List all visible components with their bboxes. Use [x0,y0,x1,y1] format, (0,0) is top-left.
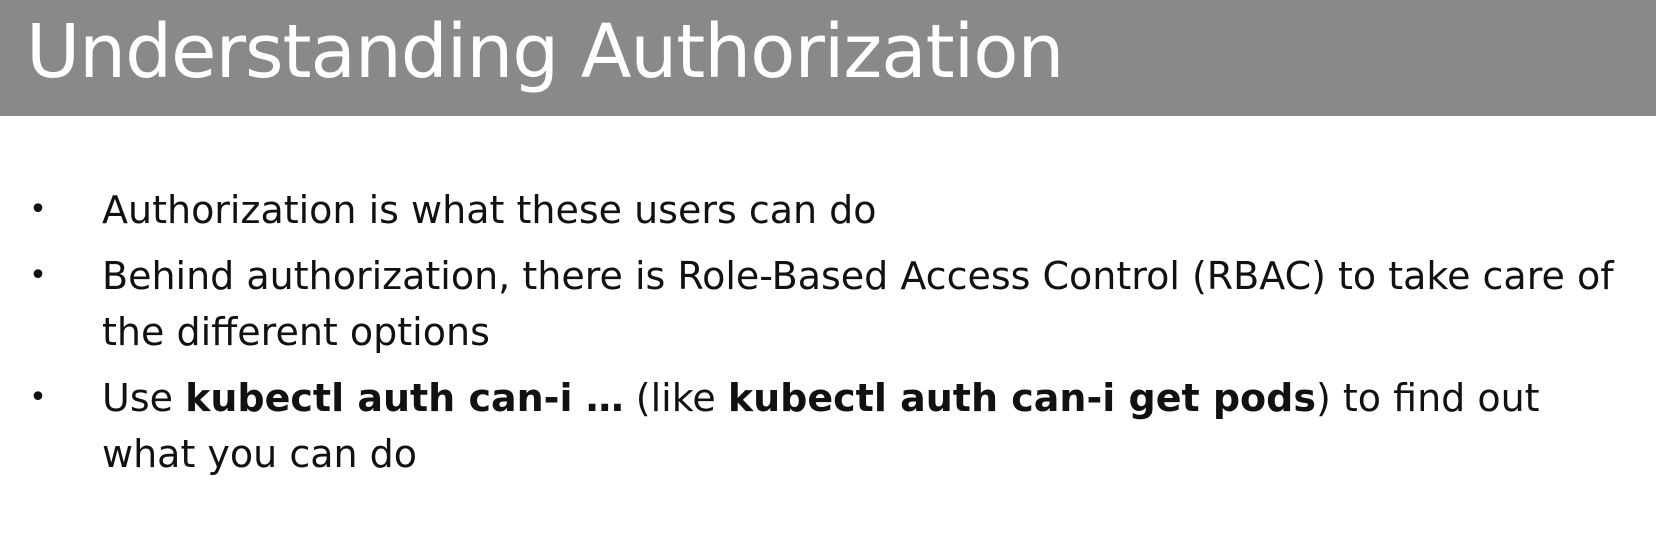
slide-title: Understanding Authorization [26,9,1064,95]
bullet-text-segment: (like [623,376,728,420]
bullet-marker: • [29,380,47,415]
title-bar: Understanding Authorization [0,0,1656,116]
bullet-text-segment: Behind authorization, there is Role-Base… [102,254,1614,354]
bullet-text-segment: Authorization is what these users can do [102,188,877,232]
bullet-text: Behind authorization, there is Role-Base… [102,254,1614,354]
command-text: kubectl auth can-i … [185,376,624,420]
bullet-item: • Use kubectl auth can-i … (like kubectl… [0,370,1656,482]
command-example-text: kubectl auth can-i get pods [727,376,1316,420]
bullet-text: Authorization is what these users can do [102,188,877,232]
bullet-marker: • [29,258,47,293]
bullet-item: • Authorization is what these users can … [0,182,1656,238]
bullet-item: • Behind authorization, there is Role-Ba… [0,248,1656,360]
bullet-text: Use kubectl auth can-i … (like kubectl a… [102,376,1540,476]
bullet-list: • Authorization is what these users can … [0,182,1656,492]
bullet-text-segment: Use [102,376,186,420]
bullet-marker: • [29,192,47,227]
